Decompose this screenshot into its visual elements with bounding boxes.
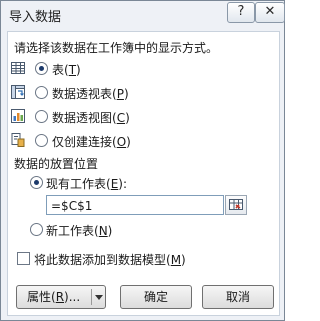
- radio-table[interactable]: [35, 62, 48, 75]
- cancel-button[interactable]: 取消: [202, 285, 274, 309]
- data-model-checkbox[interactable]: [17, 252, 30, 265]
- close-button[interactable]: ✕: [255, 2, 285, 23]
- range-reference-input[interactable]: =$C$1: [46, 195, 224, 215]
- option-table-label: 表(T): [52, 63, 81, 77]
- properties-button[interactable]: 属性(R)...: [16, 285, 106, 309]
- dialog-title: 导入数据: [9, 10, 62, 25]
- radio-pivot-chart[interactable]: [35, 110, 48, 123]
- table-icon: [11, 62, 25, 74]
- dropdown-arrow-icon[interactable]: [95, 295, 103, 300]
- radio-existing-sheet[interactable]: [30, 176, 43, 189]
- pivot-table-icon: [11, 85, 25, 99]
- option-new-sheet-label: 新工作表(N): [46, 224, 113, 238]
- radio-pivot-table[interactable]: [35, 86, 48, 99]
- option-existing-sheet-label: 现有工作表(E):: [46, 177, 128, 191]
- collapse-dialog-icon: [229, 199, 243, 210]
- pivot-chart-icon: [11, 109, 25, 123]
- placement-heading: 数据的放置位置: [14, 157, 99, 171]
- option-pivot-table-label: 数据透视表(P): [52, 87, 129, 101]
- radio-new-sheet[interactable]: [30, 223, 43, 236]
- import-data-dialog: 导入数据 ? ✕ 请选择该数据在工作簿中的显示方式。 表(T) 数据透视表(P)…: [0, 0, 285, 321]
- help-button[interactable]: ?: [227, 2, 255, 23]
- option-pivot-chart-label: 数据透视图(C): [52, 111, 130, 125]
- connection-icon: [11, 133, 25, 147]
- data-model-label: 将此数据添加到数据模型(M): [34, 253, 186, 267]
- range-selector-button[interactable]: [225, 195, 247, 215]
- display-prompt: 请选择该数据在工作簿中的显示方式。: [14, 41, 219, 55]
- option-connection-only-label: 仅创建连接(O): [52, 135, 131, 149]
- ok-button[interactable]: 确定: [120, 285, 192, 309]
- dialog-body: 请选择该数据在工作簿中的显示方式。 表(T) 数据透视表(P) 数据透视图(C)…: [7, 31, 280, 316]
- title-bar: 导入数据 ? ✕: [1, 1, 285, 29]
- radio-connection-only[interactable]: [35, 134, 48, 147]
- split-divider: [91, 289, 92, 305]
